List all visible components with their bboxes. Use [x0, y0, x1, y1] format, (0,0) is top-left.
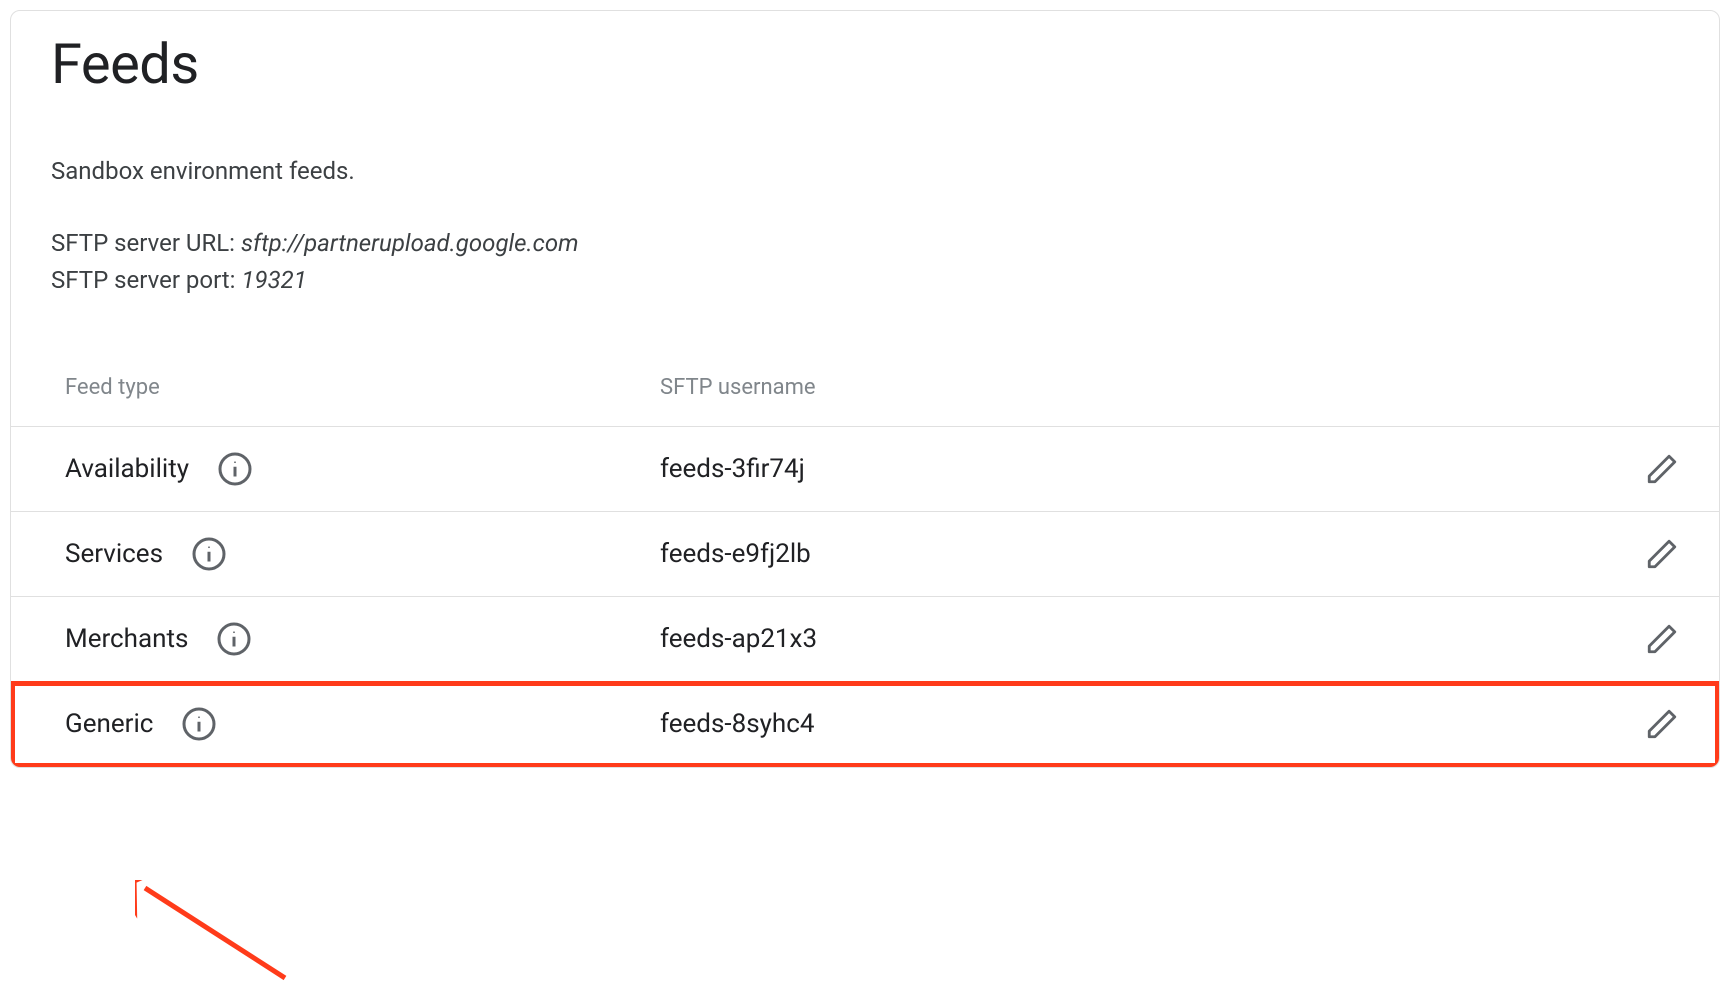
sftp-url-value: sftp://partnerupload.google.com	[241, 229, 579, 257]
col-header-sftp-username: SFTP username	[660, 375, 1609, 400]
sftp-username-value: feeds-8syhc4	[660, 709, 1609, 739]
table-header-row: Feed type SFTP username	[11, 349, 1719, 427]
feeds-card: Feeds Sandbox environment feeds. SFTP se…	[10, 10, 1720, 768]
sftp-username-value: feeds-3fir74j	[660, 454, 1609, 484]
table-row: Generic feeds-8syhc4	[11, 682, 1719, 767]
sftp-port-value: 19321	[241, 266, 306, 294]
info-icon[interactable]	[217, 451, 253, 487]
feed-type-label: Availability	[65, 454, 189, 484]
info-icon[interactable]	[191, 536, 227, 572]
feed-type-label: Generic	[65, 709, 153, 739]
feed-type-label: Services	[65, 539, 163, 569]
edit-icon[interactable]	[1645, 537, 1679, 571]
edit-icon[interactable]	[1645, 707, 1679, 741]
sftp-username-value: feeds-ap21x3	[660, 624, 1609, 654]
edit-icon[interactable]	[1645, 452, 1679, 486]
info-icon[interactable]	[181, 706, 217, 742]
table-row: Availability feeds-3fir74j	[11, 427, 1719, 512]
table-row: Merchants feeds-ap21x3	[11, 597, 1719, 682]
edit-icon[interactable]	[1645, 622, 1679, 656]
info-icon[interactable]	[216, 621, 252, 657]
page-title: Feeds	[51, 31, 1679, 97]
subtitle-text: Sandbox environment feeds.	[51, 157, 1679, 185]
feed-type-label: Merchants	[65, 624, 188, 654]
col-header-feed-type: Feed type	[65, 375, 660, 400]
sftp-url-label: SFTP server URL:	[51, 229, 235, 257]
server-info-block: SFTP server URL: sftp://partnerupload.go…	[51, 225, 1679, 299]
annotation-arrow-icon	[135, 880, 315, 1000]
sftp-username-value: feeds-e9fj2lb	[660, 539, 1609, 569]
table-row: Services feeds-e9fj2lb	[11, 512, 1719, 597]
sftp-port-label: SFTP server port:	[51, 266, 235, 294]
